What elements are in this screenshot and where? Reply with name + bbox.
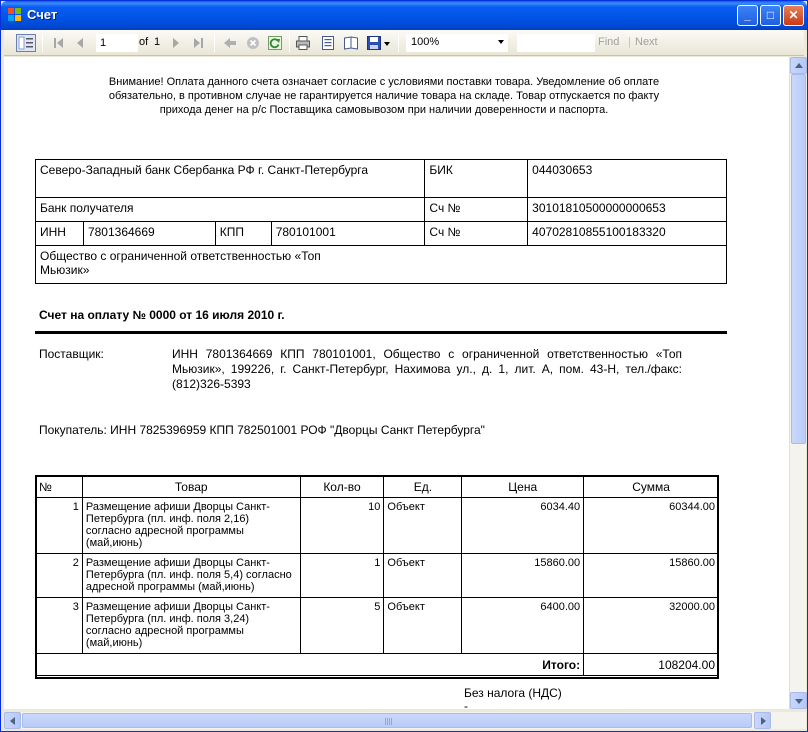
invoice-title: Счет на оплату № 0000 от 16 июля 2010 г. (39, 308, 285, 322)
find-button[interactable]: Find (598, 36, 619, 48)
bank-name: Северо-Западный банк Сбербанка РФ г. Сан… (34, 159, 426, 198)
header-number: № (35, 475, 83, 498)
export-icon[interactable] (366, 35, 382, 51)
row-number: 2 (35, 553, 83, 598)
row-unit: Объект (383, 497, 463, 554)
corr-account-value: 30101810500000000653 (527, 197, 727, 222)
report-toolbar: of 1 100% Find | Next (4, 30, 804, 56)
kpp-label: КПП (214, 221, 272, 246)
inn-label: ИНН (35, 221, 84, 246)
total-value: 108204.00 (583, 653, 719, 676)
app-icon (8, 8, 21, 21)
row-quantity: 10 (299, 497, 385, 554)
header-product: Товар (81, 475, 301, 498)
page-number-input[interactable] (96, 34, 138, 52)
report-viewer-window: Счет _ □ ✕ of 1 100% (0, 0, 808, 732)
total-label: Итого: (34, 653, 585, 676)
bik-label: БИК (424, 159, 529, 198)
first-page-icon[interactable] (51, 35, 67, 51)
recipient-bank-label: Банк получателя (34, 197, 426, 222)
bik-value: 044030653 (527, 159, 727, 198)
find-separator: | (628, 36, 631, 48)
vertical-scrollbar[interactable] (789, 57, 807, 709)
account-label: Сч № (424, 221, 529, 246)
table-row: 1 Размещение афиши Дворцы Санкт-Петербур… (35, 497, 719, 554)
next-button[interactable]: Next (635, 36, 658, 48)
previous-page-icon[interactable] (72, 35, 88, 51)
scroll-left-button[interactable] (4, 712, 21, 729)
page-setup-icon[interactable] (343, 35, 359, 51)
supplier-details: ИНН 7801364669 КПП 780101001, Общество с… (172, 347, 682, 391)
horizontal-scrollbar[interactable] (4, 712, 806, 729)
chevron-down-icon (498, 40, 504, 44)
kpp-value: 780101001 (270, 221, 426, 246)
close-button[interactable]: ✕ (783, 5, 804, 26)
report-page: Внимание! Оплата данного счета означает … (4, 57, 789, 709)
find-input[interactable] (517, 34, 595, 52)
vertical-scroll-thumb[interactable] (791, 74, 806, 444)
corr-account-label: Сч № (424, 197, 529, 222)
header-sum: Сумма (583, 475, 719, 498)
last-page-icon[interactable] (190, 35, 206, 51)
row-sum: 32000.00 (583, 597, 719, 654)
table-row: 2 Размещение афиши Дворцы Санкт-Петербур… (35, 553, 719, 598)
row-product: Размещение афиши Дворцы Санкт-Петербурга… (81, 497, 301, 554)
row-quantity: 1 (299, 553, 385, 598)
of-label: of (139, 36, 149, 48)
row-price: 6034.40 (461, 497, 585, 554)
minimize-button[interactable]: _ (737, 5, 758, 26)
row-product: Размещение афиши Дворцы Санкт-Петербурга… (81, 597, 301, 654)
row-price: 15860.00 (461, 553, 585, 598)
bank-details-table: Северо-Западный банк Сбербанка РФ г. Сан… (34, 159, 727, 284)
zoom-value: 100% (411, 36, 440, 48)
scroll-right-button[interactable] (754, 712, 771, 729)
buyer-details: Покупатель: ИНН 7825396959 КПП 782501001… (39, 423, 485, 437)
refresh-icon[interactable] (267, 35, 283, 51)
title-bar[interactable]: Счет _ □ ✕ (1, 1, 807, 30)
row-number: 3 (35, 597, 83, 654)
row-quantity: 5 (299, 597, 385, 654)
recipient-name: Общество с ограниченной ответственностью… (35, 245, 727, 284)
tax-dash: - (464, 699, 468, 709)
back-icon[interactable] (222, 35, 238, 51)
title-divider (35, 331, 727, 334)
total-row: Итого: 108204.00 (34, 653, 719, 676)
next-page-icon[interactable] (168, 35, 184, 51)
header-price: Цена (461, 475, 585, 498)
row-number: 1 (35, 497, 83, 554)
tax-note: Без налога (НДС) (464, 686, 562, 700)
maximize-button[interactable]: □ (760, 5, 781, 26)
items-table: № Товар Кол-во Ед. Цена Сумма 1 Размещен… (34, 475, 719, 676)
header-unit: Ед. (383, 475, 463, 498)
row-sum: 60344.00 (583, 497, 719, 554)
payment-notice: Внимание! Оплата данного счета означает … (108, 76, 660, 116)
document-map-icon[interactable] (16, 34, 36, 52)
horizontal-scroll-thumb[interactable] (22, 713, 752, 728)
account-value: 40702810855100183320 (527, 221, 727, 246)
total-pages: 1 (154, 36, 161, 48)
zoom-select[interactable]: 100% (406, 34, 508, 52)
inn-value: 7801364669 (82, 221, 216, 246)
row-product: Размещение афиши Дворцы Санкт-Петербурга… (81, 553, 301, 598)
scroll-up-button[interactable] (790, 57, 807, 74)
print-layout-icon[interactable] (320, 35, 336, 51)
supplier-label: Поставщик: (39, 347, 104, 361)
export-dropdown-arrow[interactable] (384, 42, 390, 46)
scroll-down-button[interactable] (790, 692, 807, 709)
row-sum: 15860.00 (583, 553, 719, 598)
row-unit: Объект (383, 553, 463, 598)
row-price: 6400.00 (461, 597, 585, 654)
header-quantity: Кол-во (299, 475, 385, 498)
print-icon[interactable] (295, 35, 311, 51)
stop-icon[interactable] (245, 35, 261, 51)
table-row: 3 Размещение афиши Дворцы Санкт-Петербур… (35, 597, 719, 654)
window-title: Счет (27, 7, 58, 22)
row-unit: Объект (383, 597, 463, 654)
